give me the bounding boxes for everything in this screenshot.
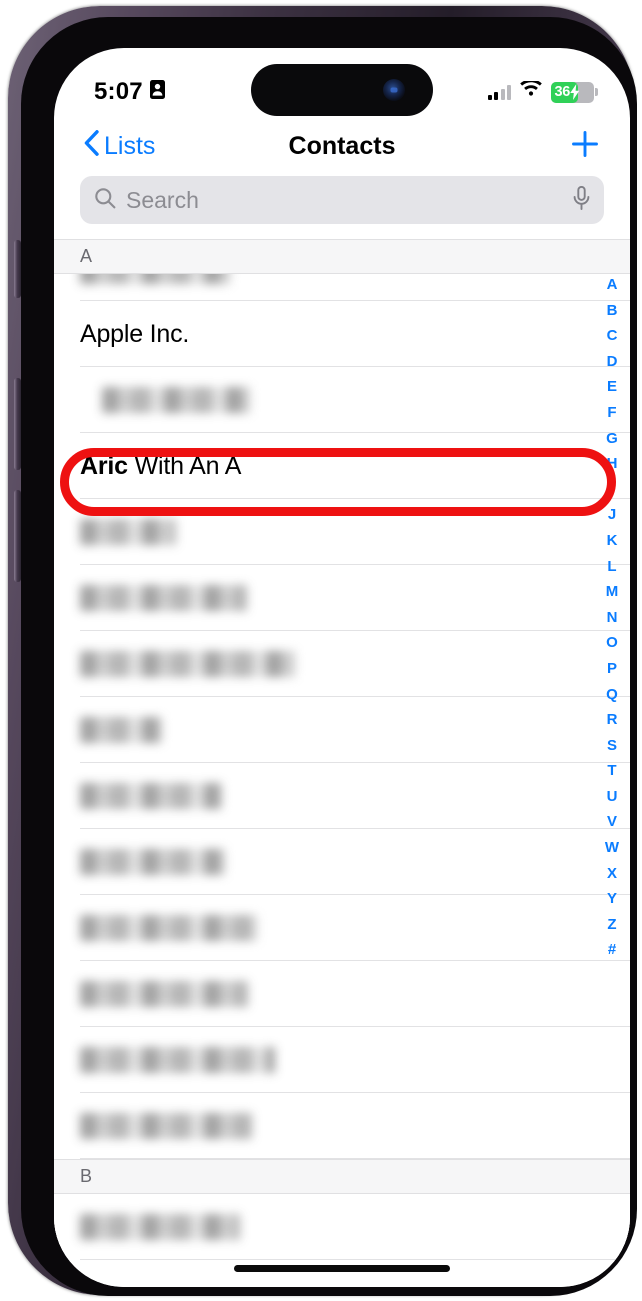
redacted-name (80, 274, 230, 284)
index-letter-s[interactable]: S (603, 733, 621, 759)
index-letter-r[interactable]: R (603, 707, 621, 733)
device-screen: 5:07 36 Lists Contacts Search A Apple In… (54, 48, 630, 1287)
home-indicator[interactable] (234, 1265, 450, 1272)
plus-icon (570, 129, 600, 164)
volume-up-button[interactable] (14, 378, 21, 470)
list-item[interactable] (54, 895, 630, 961)
list-item[interactable] (54, 499, 630, 565)
list-item[interactable] (54, 697, 630, 763)
status-bar-right: 36 (487, 79, 594, 103)
search-icon (94, 187, 116, 214)
redacted-name (80, 519, 176, 545)
contact-name-first: Aric (80, 451, 128, 480)
index-letter-i[interactable]: I (603, 477, 621, 503)
list-item[interactable] (54, 1093, 630, 1159)
alphabet-index[interactable]: A B C D E F G H I J K L M N O P Q R S T U V W X Y Z # (603, 272, 621, 963)
redacted-name (80, 915, 258, 941)
index-letter-d[interactable]: D (603, 349, 621, 375)
battery-level: 36 (554, 84, 571, 100)
wifi-icon (519, 79, 543, 103)
back-button-lists[interactable]: Lists (84, 129, 156, 163)
index-letter-q[interactable]: Q (603, 682, 621, 708)
index-letter-h[interactable]: H (603, 451, 621, 477)
list-item[interactable] (54, 565, 630, 631)
redacted-name (80, 981, 248, 1007)
search-bar-container: Search (54, 176, 630, 238)
list-item[interactable] (54, 274, 630, 301)
list-item[interactable] (54, 763, 630, 829)
status-time: 5:07 (94, 78, 143, 105)
redacted-name (80, 849, 225, 875)
index-letter-n[interactable]: N (603, 605, 621, 631)
index-letter-l[interactable]: L (603, 554, 621, 580)
navigation-bar: Lists Contacts (54, 118, 630, 174)
chevron-left-icon (84, 129, 99, 163)
redacted-name (80, 1047, 275, 1073)
list-item-aric-with-an-a[interactable]: Aric With An A (54, 433, 630, 499)
list-item-apple-inc[interactable]: Apple Inc. (54, 301, 630, 367)
redacted-name (80, 585, 247, 611)
redacted-name (80, 1214, 240, 1240)
battery-charging-icon: 36 (551, 81, 594, 103)
device-frame: 5:07 36 Lists Contacts Search A Apple In… (8, 6, 637, 1296)
list-item[interactable] (54, 631, 630, 697)
section-header-b: B (54, 1159, 630, 1194)
device-bezel: 5:07 36 Lists Contacts Search A Apple In… (21, 17, 637, 1296)
index-letter-z[interactable]: Z (603, 912, 621, 938)
contact-name: Apple Inc. (80, 319, 190, 348)
add-contact-button[interactable] (570, 129, 600, 164)
index-letter-w[interactable]: W (603, 835, 621, 861)
index-letter-o[interactable]: O (603, 630, 621, 656)
contact-name: Aric With An A (80, 452, 241, 481)
cellular-signal-icon (487, 84, 511, 100)
front-camera-icon (383, 79, 405, 101)
back-button-label: Lists (104, 131, 156, 160)
redacted-name (80, 783, 222, 809)
list-item[interactable] (54, 961, 630, 1027)
contact-name-last: With An A (127, 451, 242, 480)
index-letter-g[interactable]: G (603, 426, 621, 452)
search-placeholder: Search (126, 186, 199, 213)
list-item[interactable] (54, 829, 630, 895)
status-bar-left: 5:07 (94, 78, 165, 106)
redacted-name (80, 651, 295, 677)
list-item[interactable] (54, 367, 630, 433)
index-letter-u[interactable]: U (603, 784, 621, 810)
index-letter-p[interactable]: P (603, 656, 621, 682)
index-letter-c[interactable]: C (603, 323, 621, 349)
contact-list[interactable]: A Apple Inc. Aric With An A B (54, 239, 630, 1287)
section-header-a: A (54, 239, 630, 274)
index-letter-b[interactable]: B (603, 298, 621, 324)
index-letter-m[interactable]: M (603, 579, 621, 605)
index-letter-k[interactable]: K (603, 528, 621, 554)
index-letter-v[interactable]: V (603, 809, 621, 835)
microphone-icon[interactable] (573, 185, 590, 215)
index-letter-x[interactable]: X (603, 861, 621, 887)
redacted-name (80, 717, 162, 743)
index-letter-f[interactable]: F (603, 400, 621, 426)
index-letter-t[interactable]: T (603, 758, 621, 784)
redacted-name (102, 387, 250, 413)
search-input[interactable]: Search (80, 176, 604, 224)
redacted-name (80, 1113, 252, 1139)
index-letter-j[interactable]: J (603, 502, 621, 528)
volume-down-button[interactable] (14, 490, 21, 582)
index-letter-a[interactable]: A (603, 272, 621, 298)
list-item[interactable] (54, 1027, 630, 1093)
index-letter-e[interactable]: E (603, 374, 621, 400)
action-button[interactable] (14, 240, 21, 298)
list-item[interactable] (54, 1194, 630, 1260)
index-letter-y[interactable]: Y (603, 886, 621, 912)
dynamic-island[interactable] (251, 64, 433, 116)
contact-card-icon (149, 80, 165, 104)
index-letter-hash[interactable]: # (603, 937, 621, 963)
